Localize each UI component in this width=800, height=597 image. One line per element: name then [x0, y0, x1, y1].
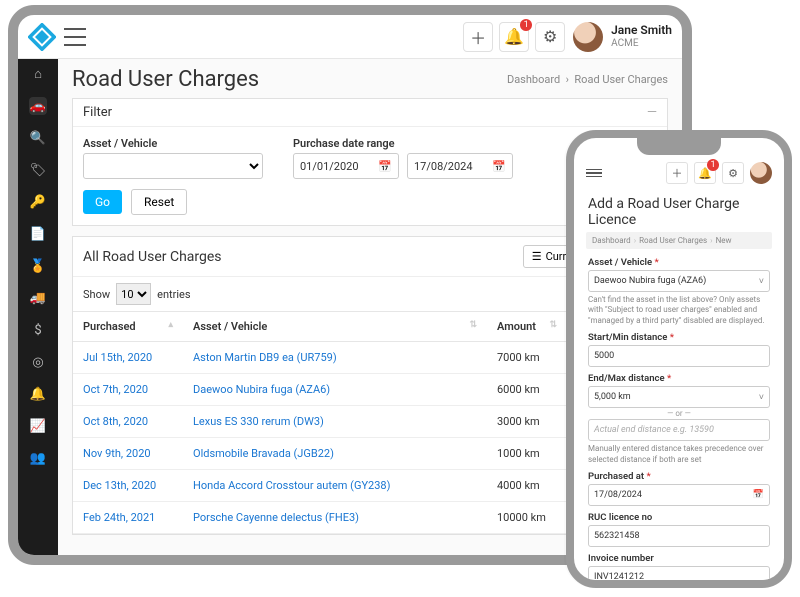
col-purchased[interactable]: Purchased▴	[73, 312, 183, 342]
user-name: Jane Smith	[611, 24, 672, 37]
notification-badge: 1	[707, 159, 719, 171]
avatar[interactable]	[750, 162, 772, 184]
show-suffix: entries	[157, 288, 190, 301]
bell-icon[interactable]: 🔔	[29, 385, 47, 403]
cell-amount: 3000 km	[487, 406, 567, 438]
cell-purchased[interactable]: Jul 15th, 2020	[73, 342, 183, 374]
user-block[interactable]: Jane Smith ACME	[611, 24, 672, 48]
ruc-licence-input[interactable]: 562321458	[588, 525, 770, 547]
page-title: Road User Charges	[72, 67, 259, 92]
show-prefix: Show	[83, 288, 110, 301]
cell-asset[interactable]: Daewoo Nubira fuga (AZA6)	[183, 374, 487, 406]
cell-amount: 7000 km	[487, 342, 567, 374]
phone-device: ＋ 🔔1 ⚙ Add a Road User Charge Licence Da…	[566, 130, 792, 588]
table-title: All Road User Charges	[83, 249, 222, 265]
breadcrumb-home[interactable]: Dashboard	[507, 73, 560, 86]
menu-toggle-icon[interactable]	[64, 28, 86, 46]
list-icon: ☰	[532, 250, 542, 263]
home-icon[interactable]: ⌂	[29, 65, 47, 83]
invoice-number-label: Invoice number	[588, 553, 770, 564]
truck-icon[interactable]: 🚚	[29, 289, 47, 307]
cell-purchased[interactable]: Oct 8th, 2020	[73, 406, 183, 438]
topbar: ＋ 🔔 1 ⚙ Jane Smith ACME	[18, 15, 682, 59]
calendar-icon: 📅	[753, 490, 764, 500]
phone-notch	[637, 137, 721, 155]
cell-asset[interactable]: Oldsmobile Bravada (JGB22)	[183, 438, 487, 470]
asset-label: Asset / Vehicle *	[588, 257, 770, 268]
cell-asset[interactable]: Porsche Cayenne delectus (FHE3)	[183, 502, 487, 534]
date-to-input[interactable]: 17/08/2024 📅	[407, 153, 513, 179]
notification-badge: 1	[520, 19, 532, 31]
date-from-input[interactable]: 01/01/2020 📅	[293, 153, 399, 179]
breadcrumb-current: Road User Charges	[574, 73, 668, 86]
file-icon[interactable]: 📄	[29, 225, 47, 243]
cell-purchased[interactable]: Oct 7th, 2020	[73, 374, 183, 406]
people-icon[interactable]: 👥	[29, 449, 47, 467]
start-distance-label: Start/Min distance *	[588, 332, 770, 343]
sidebar: ⌂ 🚗 🔍 🏷 🔑 📄 🏅 🚚 $ ◎ 🔔 📈 👥	[18, 59, 58, 555]
chevron-down-icon: ˅	[759, 392, 764, 403]
money-icon[interactable]: $	[29, 321, 47, 339]
cell-asset[interactable]: Honda Accord Crosstour autem (GY238)	[183, 470, 487, 502]
phone-page-title: Add a Road User Charge Licence	[582, 190, 776, 232]
target-icon[interactable]: ◎	[29, 353, 47, 371]
phone-breadcrumb: Dashboard›Road User Charges›New	[586, 232, 772, 249]
gear-icon: ⚙	[543, 27, 557, 46]
collapse-icon[interactable]: —	[647, 105, 657, 120]
cell-asset[interactable]: Aston Martin DB9 ea (UR759)	[183, 342, 487, 374]
cell-amount: 10000 km	[487, 502, 567, 534]
calendar-icon: 📅	[492, 160, 506, 173]
asset-filter-select[interactable]	[83, 153, 263, 179]
invoice-number-input[interactable]: INV1241212	[588, 566, 770, 580]
phone-topbar: ＋ 🔔1 ⚙	[582, 160, 776, 190]
or-separator: — or —	[588, 409, 770, 418]
actual-distance-hint: Manually entered distance takes preceden…	[588, 444, 770, 465]
col-amount[interactable]: Amount⇅	[487, 312, 567, 342]
cell-purchased[interactable]: Nov 9th, 2020	[73, 438, 183, 470]
cell-amount: 1000 km	[487, 438, 567, 470]
cell-amount: 6000 km	[487, 374, 567, 406]
start-distance-input[interactable]: 5000	[588, 345, 770, 367]
add-button[interactable]: ＋	[463, 22, 493, 52]
reset-button[interactable]: Reset	[131, 189, 187, 215]
filter-title: Filter	[83, 105, 112, 120]
notifications-button[interactable]: 🔔1	[694, 162, 716, 184]
calendar-icon: 📅	[378, 160, 392, 173]
chevron-down-icon: ˅	[759, 276, 764, 287]
user-org: ACME	[611, 38, 672, 49]
notifications-button[interactable]: 🔔 1	[499, 22, 529, 52]
end-distance-select[interactable]: 5,000 km ˅	[588, 386, 770, 408]
menu-toggle-icon[interactable]	[586, 169, 602, 178]
badge-icon[interactable]: 🏅	[29, 257, 47, 275]
go-button[interactable]: Go	[83, 190, 122, 214]
key-icon[interactable]: 🔑	[29, 193, 47, 211]
bell-icon: 🔔	[504, 27, 524, 46]
col-asset[interactable]: Asset / Vehicle⇅	[183, 312, 487, 342]
cell-asset[interactable]: Lexus ES 330 rerum (DW3)	[183, 406, 487, 438]
vehicle-icon[interactable]: 🚗	[29, 97, 47, 115]
purchased-at-label: Purchased at *	[588, 471, 770, 482]
asset-filter-label: Asset / Vehicle	[83, 137, 263, 150]
settings-button[interactable]: ⚙	[722, 162, 744, 184]
search-icon[interactable]: 🔍	[29, 129, 47, 147]
avatar[interactable]	[573, 22, 603, 52]
purchased-at-input[interactable]: 17/08/2024 📅	[588, 484, 770, 506]
add-button[interactable]: ＋	[666, 162, 688, 184]
actual-distance-input[interactable]: Actual end distance e.g. 13590	[588, 419, 770, 441]
cell-purchased[interactable]: Dec 13th, 2020	[73, 470, 183, 502]
page-size-select[interactable]: 10	[116, 283, 151, 305]
settings-button[interactable]: ⚙	[535, 22, 565, 52]
ruc-licence-label: RUC licence no	[588, 512, 770, 523]
cell-purchased[interactable]: Feb 24th, 2021	[73, 502, 183, 534]
tag-icon[interactable]: 🏷	[29, 161, 47, 179]
chart-icon[interactable]: 📈	[29, 417, 47, 435]
date-range-label: Purchase date range	[293, 137, 513, 150]
end-distance-label: End/Max distance *	[588, 373, 770, 384]
asset-select[interactable]: Daewoo Nubira fuga (AZA6) ˅	[588, 270, 770, 292]
app-logo	[28, 23, 56, 51]
asset-hint: Can't find the asset in the list above? …	[588, 295, 770, 326]
breadcrumb: Dashboard › Road User Charges	[507, 73, 668, 86]
cell-amount: 4000 km	[487, 470, 567, 502]
